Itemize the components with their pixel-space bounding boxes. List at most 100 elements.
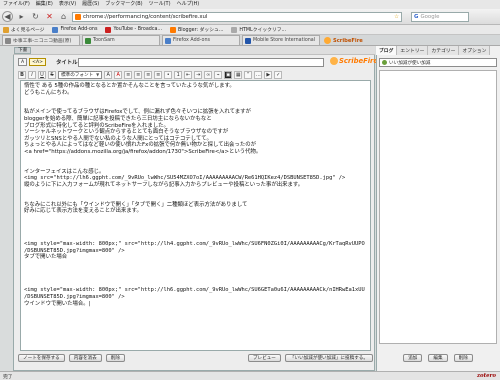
image-icon[interactable]: ▣ [224, 70, 233, 79]
browser-tab[interactable]: Mobile Store International [242, 35, 320, 45]
bookmark-favicon-icon [169, 26, 176, 33]
font-size-button[interactable]: A [104, 70, 113, 79]
link-icon[interactable]: ∞ [204, 70, 213, 79]
menu-bookmarks[interactable]: ブックマーク(B) [105, 0, 142, 9]
preview-button[interactable]: プレビュー [247, 354, 281, 362]
tab-blog[interactable]: ブログ [376, 46, 398, 55]
editor-line [24, 215, 367, 222]
bookmark-favicon-icon [231, 26, 238, 33]
browser-tab[interactable]: ゆ事工事-ニコニコ動画(原) [2, 35, 80, 45]
blog-status-icon [382, 60, 387, 65]
zotero-button[interactable]: zotero [477, 373, 496, 379]
quote-icon[interactable]: “ [244, 70, 253, 79]
strike-button[interactable]: S [48, 70, 56, 79]
publish-button[interactable]: 「いい加減が使い加減」に投稿する。 [284, 354, 373, 362]
site-favicon-icon [75, 13, 81, 20]
blog-list[interactable] [379, 70, 497, 344]
post-body-editor[interactable]: 惰性で ある 5種の作品の種となるとか置かそんなことを言っていたような気がします… [20, 80, 371, 351]
wysiwyg-mode-button[interactable]: A [18, 58, 28, 66]
bookmark-item[interactable]: Firefox Add-ons [52, 26, 97, 33]
editor-line: 縦のように下に入力フォームが現れてネットサーフしながら記事入力からプレビューや投… [24, 181, 304, 188]
scribefire-tab[interactable]: ScribeFire [324, 35, 363, 46]
browser-tab[interactable]: Firefox Add-ons [162, 35, 240, 45]
editor-line [24, 195, 367, 202]
editor-mode-row: A <A> タイトル: [18, 58, 80, 66]
scribefire-logo-icon [330, 57, 338, 65]
forward-button[interactable]: ▸ [16, 11, 27, 22]
save-note-button[interactable]: ノートを保存する [18, 354, 65, 362]
unlink-icon[interactable]: ⌁ [214, 70, 223, 79]
status-text: 完了 [3, 374, 13, 380]
text-color-icon[interactable]: A [114, 70, 123, 79]
tab-options[interactable]: オプション [459, 46, 491, 55]
edit-blog-button[interactable]: 編集 [428, 354, 448, 362]
search-placeholder: Google [420, 13, 440, 20]
back-button[interactable]: ◀ [2, 11, 13, 22]
post-title-input[interactable] [78, 58, 324, 67]
tab-favicon-icon [165, 37, 171, 44]
clear-button[interactable]: 内容を消去 [68, 354, 102, 362]
editor-line [24, 189, 367, 196]
editor-line: どうもこんにちわ。 [24, 89, 73, 96]
menu-tools[interactable]: ツール(T) [149, 0, 171, 9]
bold-button[interactable]: B [18, 70, 26, 79]
stop-button[interactable]: ✕ [44, 11, 55, 22]
editor-line [24, 268, 367, 275]
editor-line: /DSBUNSET85D.jpg?imgmax=800" /> [24, 247, 125, 254]
bookmark-star-icon[interactable]: ☆ [394, 14, 399, 20]
editor-line: 惰性で ある 5種の作品の種となるとか置かそんなことを言っていたような気がします… [24, 83, 235, 89]
menu-help[interactable]: ヘルプ(H) [177, 0, 200, 9]
editor-top-strip [13, 46, 375, 55]
editor-line: タブで開いた場合 [24, 254, 68, 261]
delete-blog-button[interactable]: 削除 [453, 354, 473, 362]
italic-button[interactable]: I [28, 70, 36, 79]
editor-line: <img src="http://lh6.ggpht.com/_9vRUo_lw… [24, 175, 346, 182]
reload-button[interactable]: ↻ [30, 11, 41, 22]
tab-favicon-icon [5, 37, 11, 44]
format-toolbar: B I U S 標準のフォント ▼ A A ≡ ≡ ≡ ≡ • 1 ⇤ ⇥ ∞ ⌁… [18, 70, 368, 79]
menu-view[interactable]: 表示(V) [59, 0, 76, 9]
menu-file[interactable]: ファイル(F) [3, 0, 30, 9]
tab-entries[interactable]: エントリー [397, 46, 429, 55]
blog-selector[interactable]: いい加減が使い加減 [379, 58, 497, 67]
browser-tab[interactable]: ToonSam [82, 35, 160, 45]
numbered-list-icon[interactable]: 1 [174, 70, 183, 79]
outdent-icon[interactable]: ⇤ [184, 70, 193, 79]
menu-history[interactable]: 履歴(S) [82, 0, 99, 9]
align-center-icon[interactable]: ≡ [134, 70, 143, 79]
bullet-list-icon[interactable]: • [164, 70, 173, 79]
home-icon: ⌂ [60, 12, 67, 21]
delete-button[interactable]: 削除 [105, 354, 125, 362]
home-button[interactable]: ⌂ [58, 11, 69, 22]
spellcheck-icon[interactable]: ✓ [274, 70, 283, 79]
editor-line [24, 281, 367, 288]
back-arrow-icon: ◀ [4, 12, 11, 21]
address-bar[interactable]: chrome://performancing/content/scribefir… [72, 11, 402, 22]
bookmark-item[interactable]: よく見るページ [3, 26, 44, 33]
table-icon[interactable]: ▦ [234, 70, 243, 79]
more-tag-icon[interactable]: … [254, 70, 263, 79]
add-blog-button[interactable]: 追加 [403, 354, 423, 362]
font-select[interactable]: 標準のフォント ▼ [58, 70, 103, 79]
media-icon[interactable]: ▶ [264, 70, 273, 79]
source-mode-button[interactable]: <A> [29, 58, 46, 66]
bookmark-item[interactable]: YouTube - Broadca... [105, 26, 162, 33]
search-box[interactable]: G Google [411, 11, 469, 22]
reload-icon: ↻ [32, 12, 39, 21]
bookmark-item[interactable]: Blogger: ダッシュ... [169, 26, 223, 33]
indent-icon[interactable]: ⇥ [194, 70, 203, 79]
justify-icon[interactable]: ≡ [154, 70, 163, 79]
bookmark-item[interactable]: HTMLクイックリフ... [231, 26, 286, 33]
editor-line [24, 221, 367, 228]
underline-button[interactable]: U [38, 70, 46, 79]
menu-bar: ファイル(F) 編集(E) 表示(V) 履歴(S) ブックマーク(B) ツール(… [0, 0, 500, 9]
draft-tab[interactable]: 下書 [14, 47, 32, 54]
tab-categories[interactable]: カテゴリー [428, 46, 460, 55]
editor-line: ウインドウで開いた場合。| [24, 300, 91, 307]
editor-line [24, 274, 367, 281]
sidebar-tabs: ブログ エントリー カテゴリー オプション [376, 46, 500, 55]
align-right-icon[interactable]: ≡ [144, 70, 153, 79]
align-left-icon[interactable]: ≡ [124, 70, 133, 79]
editor-line: 私がメインで使ってるブラウザはFirefoxでして、例に漏れず色々そいつに拡張を… [24, 109, 251, 116]
menu-edit[interactable]: 編集(E) [36, 0, 53, 9]
